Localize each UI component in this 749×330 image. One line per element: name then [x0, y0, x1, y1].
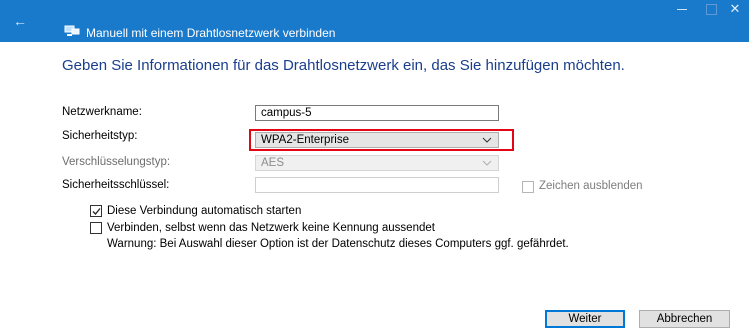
- close-icon[interactable]: ✕: [725, 0, 745, 18]
- security-key-field[interactable]: [255, 177, 499, 193]
- auto-start-checkbox[interactable]: [90, 205, 102, 217]
- hide-chars-label: Zeichen ausblenden: [539, 180, 643, 192]
- encryption-type-value: AES: [261, 157, 285, 169]
- checkmark-icon: [92, 208, 101, 215]
- network-name-field[interactable]: campus-5: [255, 105, 499, 121]
- encryption-type-select[interactable]: AES: [255, 155, 499, 171]
- page-heading: Geben Sie Informationen für das Drahtlos…: [62, 57, 625, 74]
- security-type-label: Sicherheitstyp:: [62, 130, 138, 142]
- encryption-type-label: Verschlüsselungstyp:: [62, 156, 171, 168]
- chevron-down-icon: [482, 160, 492, 166]
- connect-hidden-label: Verbinden, selbst wenn das Netzwerk kein…: [107, 222, 435, 234]
- back-arrow-icon[interactable]: ←: [10, 10, 30, 32]
- title-bar: ← Manuell mit einem Drahtlosnetzwerk ver…: [0, 0, 749, 42]
- network-icon: [64, 25, 80, 36]
- network-name-label: Netzwerkname:: [62, 106, 142, 118]
- connect-hidden-checkbox[interactable]: [90, 222, 102, 234]
- next-button[interactable]: Weiter: [545, 310, 625, 328]
- maximize-icon[interactable]: [700, 2, 720, 16]
- security-type-highlight: [249, 129, 514, 151]
- minimize-icon[interactable]: [672, 2, 692, 16]
- cancel-button[interactable]: Abbrechen: [639, 310, 730, 328]
- window-title: Manuell mit einem Drahtlosnetzwerk verbi…: [86, 26, 336, 40]
- auto-start-label: Diese Verbindung automatisch starten: [107, 205, 302, 217]
- privacy-warning: Warnung: Bei Auswahl dieser Option ist d…: [107, 238, 569, 250]
- hide-chars-checkbox[interactable]: [522, 181, 534, 193]
- security-key-label: Sicherheitsschlüssel:: [62, 179, 170, 191]
